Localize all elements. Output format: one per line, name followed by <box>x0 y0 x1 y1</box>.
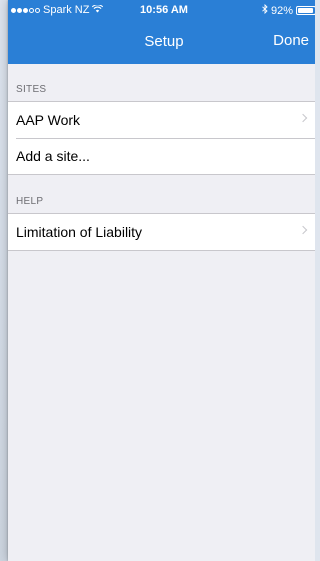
screenshot-frame: Spark NZ 10:56 AM 92% Setup Done SITES A… <box>0 0 315 561</box>
app-screen: Spark NZ 10:56 AM 92% Setup Done SITES A… <box>8 0 315 561</box>
status-bar: Spark NZ 10:56 AM 92% <box>8 0 315 20</box>
section-header-sites: SITES <box>16 84 47 95</box>
section-header-help: HELP <box>16 196 44 207</box>
add-site-label: Add a site... <box>16 148 90 164</box>
bluetooth-icon <box>262 3 268 17</box>
site-row-aap-work[interactable]: AAP Work <box>8 102 315 138</box>
settings-table: SITES AAP Work Add a site... HELP Limita… <box>8 64 315 251</box>
site-row-label: AAP Work <box>16 112 81 128</box>
navigation-bar: Spark NZ 10:56 AM 92% Setup Done <box>8 0 315 64</box>
add-site-row[interactable]: Add a site... <box>8 138 315 174</box>
limitation-of-liability-label: Limitation of Liability <box>16 224 143 240</box>
limitation-of-liability-row[interactable]: Limitation of Liability <box>8 214 315 250</box>
chevron-right-icon <box>298 113 308 123</box>
page-title: Setup <box>144 33 184 50</box>
battery-icon <box>296 6 315 15</box>
help-group: Limitation of Liability <box>8 213 315 251</box>
done-button[interactable]: Done <box>273 32 309 49</box>
sites-group: AAP Work Add a site... <box>8 101 315 175</box>
battery-percentage: 92% <box>270 4 293 17</box>
chevron-right-icon <box>298 225 308 235</box>
status-right: 92% <box>262 3 315 17</box>
